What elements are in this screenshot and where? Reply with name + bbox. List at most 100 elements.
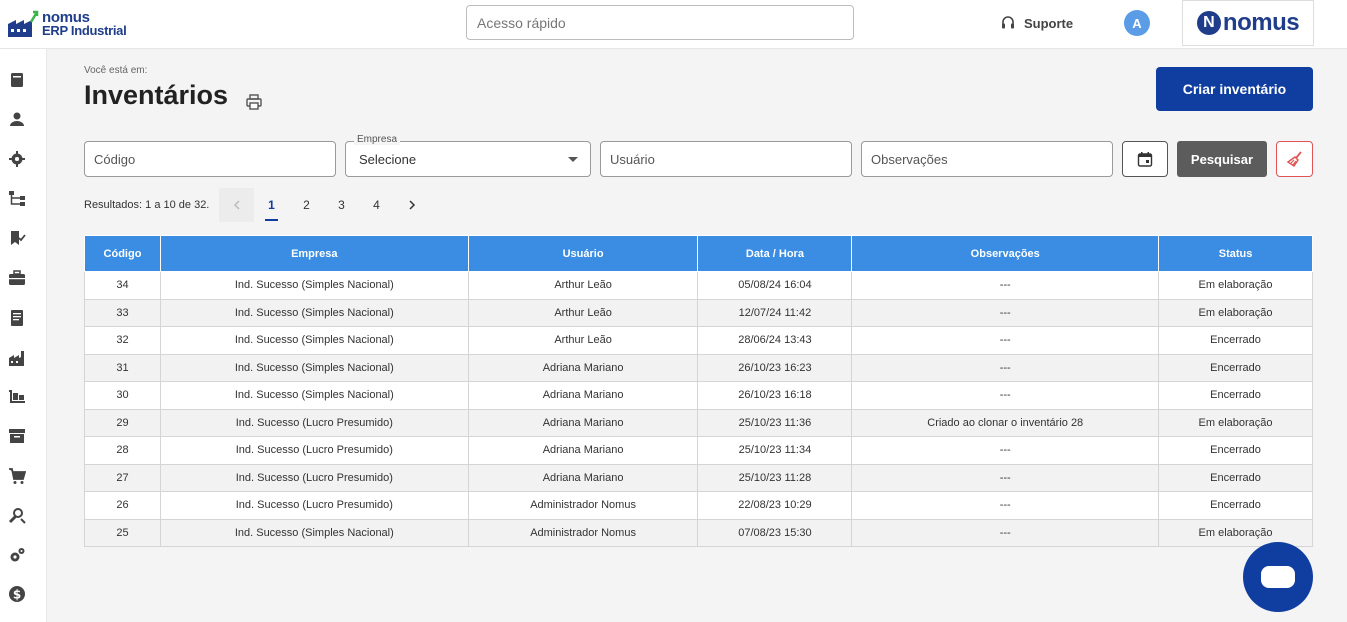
cell-status: Encerrado [1158,491,1313,520]
inventory-table: Código Empresa Usuário Data / Hora Obser… [84,235,1313,547]
column-header-status[interactable]: Status [1158,235,1313,272]
table-row[interactable]: 29 Ind. Sucesso (Lucro Presumido) Adrian… [84,408,1313,437]
printer-icon[interactable] [246,94,262,110]
cell-observacoes: --- [851,381,1160,410]
previous-page-button[interactable] [219,188,254,222]
page-button-1[interactable]: 1 [254,188,289,222]
create-inventory-button[interactable]: Criar inventário [1156,67,1313,111]
cell-observacoes: --- [851,353,1160,382]
column-header-empresa[interactable]: Empresa [159,235,469,272]
cell-status: Encerrado [1158,326,1313,355]
cell-usuario: Arthur Leão [467,326,699,355]
factory-icon[interactable] [8,349,26,367]
top-bar: nomus ERP Industrial Suporte A N nomus [0,0,1347,49]
gear-icon[interactable] [8,150,26,168]
user-icon[interactable] [8,110,26,128]
user-filter-input[interactable] [600,141,852,177]
column-header-data-hora[interactable]: Data / Hora [697,235,853,272]
cell-usuario: Adriana Mariano [467,408,699,437]
bookmark-check-icon[interactable] [8,229,26,247]
page-button-4[interactable]: 4 [359,188,394,222]
column-header-codigo[interactable]: Código [84,235,161,272]
broom-icon [1286,151,1302,168]
cell-empresa: Ind. Sucesso (Simples Nacional) [159,271,469,300]
column-header-usuario[interactable]: Usuário [467,235,699,272]
page-title: Inventários [84,80,229,110]
page-button-2[interactable]: 2 [289,188,324,222]
table-row[interactable]: 34 Ind. Sucesso (Simples Nacional) Arthu… [84,271,1313,300]
brand-subtitle: ERP Industrial [42,23,127,38]
cell-codigo: 34 [84,271,161,300]
search-button[interactable]: Pesquisar [1177,141,1267,177]
tools-icon[interactable] [8,506,26,524]
breadcrumb: Você está em: [84,65,148,76]
briefcase-icon[interactable] [8,269,26,287]
cell-usuario: Arthur Leão [467,271,699,300]
next-page-button[interactable] [394,188,429,222]
brand-logo[interactable]: nomus ERP Industrial [7,6,137,40]
page-button-3[interactable]: 3 [324,188,359,222]
cell-usuario: Arthur Leão [467,298,699,327]
headset-icon [1002,16,1014,29]
company-select[interactable]: Empresa Selecione [345,134,591,177]
cell-codigo: 32 [84,326,161,355]
table-row[interactable]: 30 Ind. Sucesso (Simples Nacional) Adria… [84,381,1313,410]
document-list-icon[interactable] [8,309,26,327]
table-row[interactable]: 32 Ind. Sucesso (Simples Nacional) Arthu… [84,326,1313,355]
cell-usuario: Adriana Mariano [467,436,699,465]
notes-filter-input[interactable] [861,141,1113,177]
cell-usuario: Adriana Mariano [467,463,699,492]
cell-codigo: 29 [84,408,161,437]
quick-access-input[interactable] [466,5,854,40]
cell-codigo: 31 [84,353,161,382]
pagination: 1 2 3 4 [219,188,429,222]
cell-status: Em elaboração [1158,298,1313,327]
settings-gears-icon[interactable] [8,546,26,564]
cell-data-hora: 25/10/23 11:34 [697,436,853,465]
clear-filters-button[interactable] [1276,141,1313,177]
user-avatar[interactable]: A [1124,10,1150,36]
cell-data-hora: 12/07/24 11:42 [697,298,853,327]
cell-data-hora: 25/10/23 11:36 [697,408,853,437]
chevron-right-icon [408,200,415,210]
table-row[interactable]: 26 Ind. Sucesso (Lucro Presumido) Admini… [84,491,1313,520]
cell-data-hora: 07/08/23 15:30 [697,518,853,547]
date-filter-button[interactable] [1122,141,1168,177]
table-row[interactable]: 27 Ind. Sucesso (Lucro Presumido) Adrian… [84,463,1313,492]
code-filter-input[interactable] [84,141,336,177]
support-label: Suporte [1024,15,1074,31]
cell-data-hora: 28/06/24 13:43 [697,326,853,355]
column-header-observacoes[interactable]: Observações [851,235,1160,272]
table-row[interactable]: 31 Ind. Sucesso (Simples Nacional) Adria… [84,353,1313,382]
cell-data-hora: 05/08/24 16:04 [697,271,853,300]
cell-usuario: Administrador Nomus [467,491,699,520]
warehouse-icon[interactable] [8,388,26,406]
company-select-value: Selecione [359,152,417,167]
cell-empresa: Ind. Sucesso (Lucro Presumido) [159,463,469,492]
sidebar: $ [0,49,47,622]
cell-codigo: 30 [84,381,161,410]
book-icon[interactable] [8,71,26,89]
cell-observacoes: --- [851,518,1160,547]
hierarchy-icon[interactable] [8,189,26,207]
chat-button[interactable] [1243,542,1313,612]
cell-data-hora: 26/10/23 16:23 [697,353,853,382]
cell-data-hora: 26/10/23 16:18 [697,381,853,410]
cell-observacoes: --- [851,491,1160,520]
cell-codigo: 33 [84,298,161,327]
cell-status: Encerrado [1158,381,1313,410]
cell-codigo: 28 [84,436,161,465]
company-select-label: Empresa [354,134,401,145]
cell-status: Encerrado [1158,436,1313,465]
cart-icon[interactable] [8,467,26,485]
archive-box-icon[interactable] [8,427,26,445]
table-row[interactable]: 25 Ind. Sucesso (Simples Nacional) Admin… [84,518,1313,547]
cell-status: Em elaboração [1158,518,1313,547]
caret-down-icon [568,157,578,162]
support-link[interactable]: Suporte [1000,13,1073,33]
cell-status: Encerrado [1158,463,1313,492]
cell-status: Em elaboração [1158,271,1313,300]
table-row[interactable]: 33 Ind. Sucesso (Simples Nacional) Arthu… [84,298,1313,327]
dollar-icon[interactable]: $ [8,585,26,603]
table-row[interactable]: 28 Ind. Sucesso (Lucro Presumido) Adrian… [84,436,1313,465]
